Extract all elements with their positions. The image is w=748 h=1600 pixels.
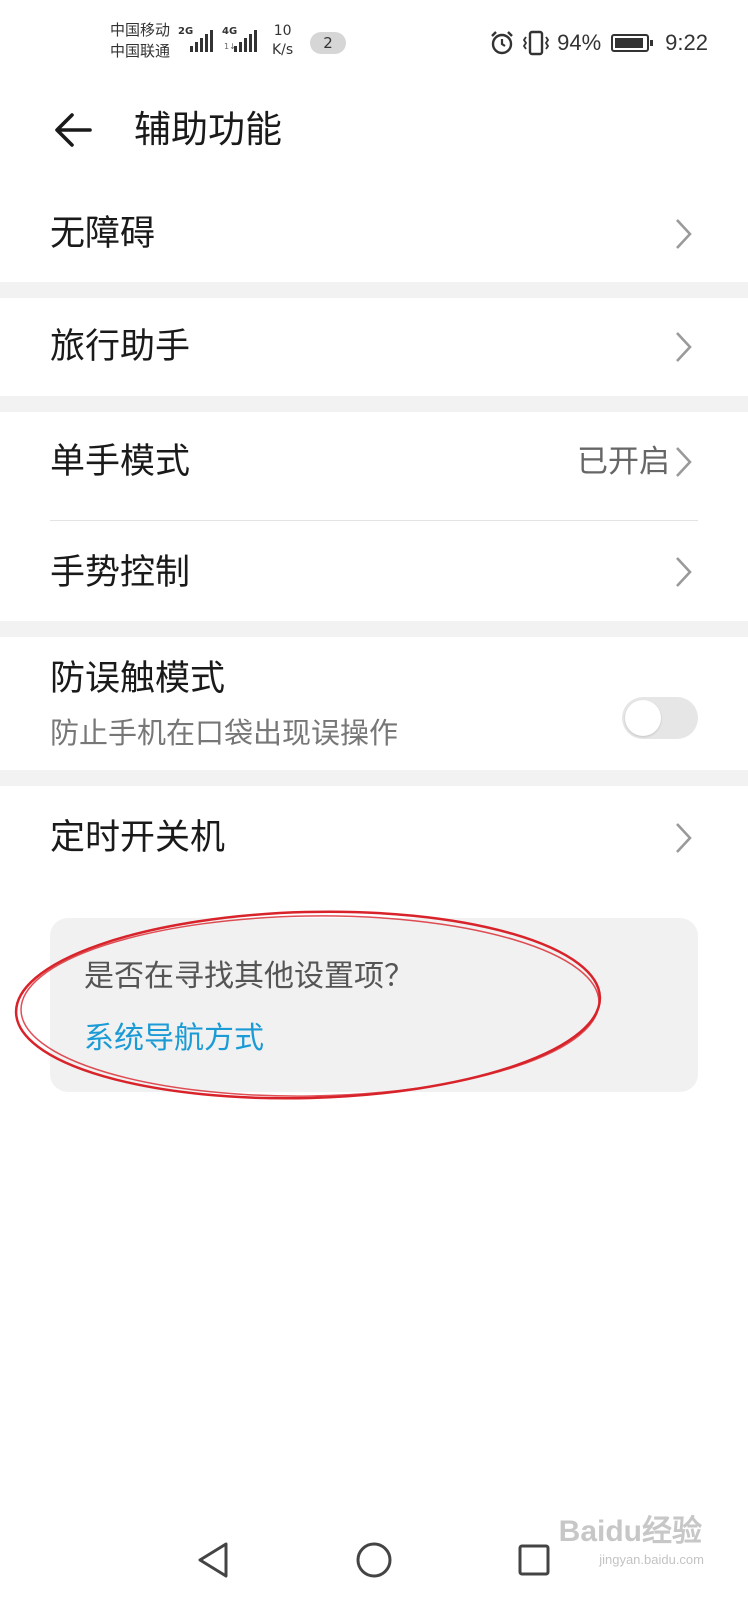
list-item-travel-assistant[interactable]: 旅行助手 bbox=[0, 298, 748, 396]
pocket-mode-toggle[interactable] bbox=[622, 697, 698, 739]
chevron-right-icon bbox=[676, 332, 692, 362]
network-speed: 10 K/s bbox=[272, 23, 294, 58]
baidu-watermark-url: jingyan.baidu.com bbox=[599, 1552, 704, 1567]
chevron-right-icon bbox=[676, 823, 692, 853]
list-item-label: 旅行助手 bbox=[50, 327, 191, 367]
list-item-scheduled-power[interactable]: 定时开关机 bbox=[0, 786, 748, 890]
list-item-pocket-mode: 防误触模式 防止手机在口袋出现误操作 bbox=[0, 637, 748, 785]
list-item-one-hand-mode[interactable]: 单手模式 已开启 bbox=[0, 412, 748, 510]
status-value: 已开启 bbox=[577, 444, 670, 480]
list-item-label: 防误触模式 bbox=[50, 659, 226, 699]
nav-recents-button[interactable] bbox=[508, 1534, 560, 1586]
carrier-names: 中国移动 中国联通 bbox=[110, 20, 170, 62]
section-gap bbox=[0, 770, 748, 786]
section-gap bbox=[0, 396, 748, 412]
section-gap bbox=[0, 282, 748, 298]
section-gap bbox=[0, 621, 748, 637]
status-bar: 中国移动 中国联通 2G 4G 1↓ 10 K/s 2 94% 9:22 bbox=[110, 20, 708, 62]
alarm-icon bbox=[491, 31, 513, 55]
title-bar: 辅助功能 bbox=[0, 88, 748, 172]
page-title: 辅助功能 bbox=[134, 108, 282, 151]
clock: 9:22 bbox=[665, 30, 708, 55]
vibrate-icon bbox=[523, 30, 550, 56]
back-button[interactable] bbox=[50, 106, 98, 154]
chevron-right-icon bbox=[676, 219, 692, 249]
triangle-back-icon bbox=[198, 1542, 228, 1578]
square-recents-icon bbox=[518, 1544, 550, 1576]
circle-home-icon bbox=[356, 1542, 392, 1578]
list-item-description: 防止手机在口袋出现误操作 bbox=[50, 716, 399, 750]
carrier-2: 中国联通 bbox=[110, 42, 171, 60]
list-item-label: 无障碍 bbox=[50, 214, 156, 254]
toggle-knob bbox=[625, 700, 661, 736]
nav-back-button[interactable] bbox=[188, 1534, 240, 1586]
status-right-group: 94% 9:22 bbox=[489, 28, 708, 58]
suggestion-card: 是否在寻找其他设置项？ 系统导航方式 bbox=[50, 918, 698, 1092]
list-item-accessibility[interactable]: 无障碍 bbox=[0, 172, 748, 282]
suggestion-question: 是否在寻找其他设置项？ bbox=[84, 959, 414, 994]
list-item-label: 单手模式 bbox=[50, 442, 191, 482]
list-item-label: 定时开关机 bbox=[50, 818, 226, 858]
list-item-label: 手势控制 bbox=[50, 553, 191, 593]
chevron-right-icon bbox=[676, 447, 692, 477]
notification-badge: 2 bbox=[310, 32, 346, 54]
chevron-right-icon bbox=[676, 557, 692, 587]
suggestion-link-navigation[interactable]: 系统导航方式 bbox=[84, 1018, 264, 1060]
battery-percent: 94% bbox=[557, 30, 602, 55]
arrow-left-icon bbox=[55, 113, 92, 147]
list-item-gesture-control[interactable]: 手势控制 bbox=[0, 521, 748, 621]
nav-home-button[interactable] bbox=[348, 1534, 400, 1586]
battery-icon bbox=[611, 34, 654, 52]
baidu-watermark-logo: Baidu经验 bbox=[558, 1515, 702, 1548]
carrier-1: 中国移动 bbox=[110, 21, 171, 39]
